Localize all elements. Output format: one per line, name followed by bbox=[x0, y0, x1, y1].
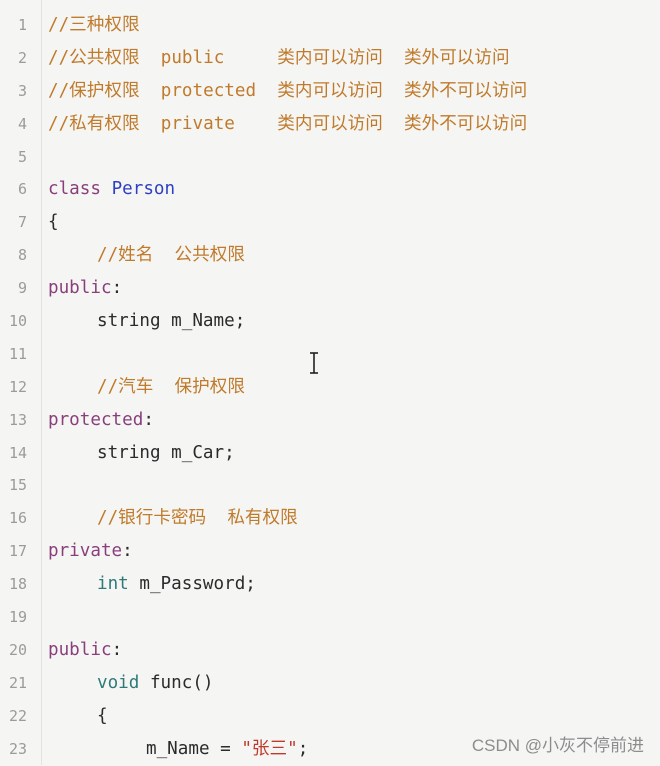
code-line[interactable]: 20 public: bbox=[0, 634, 660, 667]
token-plain: : bbox=[143, 409, 154, 430]
code-text: //私有权限 private 类内可以访问 类外不可以访问 bbox=[48, 108, 527, 141]
line-number: 10 bbox=[8, 312, 27, 331]
token-cmt: //私有权限 private 类内可以访问 类外不可以访问 bbox=[48, 113, 528, 134]
code-line[interactable]: 11 bbox=[0, 338, 660, 371]
line-number: 23 bbox=[8, 739, 27, 758]
line-number: 3 bbox=[17, 81, 27, 100]
token-type: int bbox=[97, 574, 140, 595]
token-plain: func() bbox=[149, 672, 214, 693]
line-number: 14 bbox=[8, 443, 27, 462]
token-plain: : bbox=[111, 639, 123, 660]
code-text: //银行卡密码 私有权限 bbox=[48, 502, 298, 535]
token-cmt: //公共权限 public 类内可以访问 类外可以访问 bbox=[48, 47, 510, 68]
code-line[interactable]: 19 bbox=[0, 601, 660, 634]
line-number: 18 bbox=[8, 575, 27, 594]
token-kw: class bbox=[48, 179, 112, 200]
line-number: 4 bbox=[17, 114, 27, 133]
token-plain: string m_Car; bbox=[97, 442, 235, 463]
token-kw: public bbox=[48, 639, 112, 660]
token-cmt: //姓名 公共权限 bbox=[97, 245, 245, 266]
line-number: 15 bbox=[8, 476, 27, 495]
code-line[interactable]: 5 bbox=[0, 141, 660, 174]
code-text: { bbox=[48, 700, 108, 733]
code-line[interactable]: 9 public: bbox=[0, 272, 660, 305]
token-plain: string m_Name; bbox=[97, 311, 246, 332]
line-number: 2 bbox=[17, 48, 27, 67]
line-number: 22 bbox=[8, 706, 27, 725]
token-plain: : bbox=[122, 541, 133, 562]
token-cmt: //三种权限 bbox=[48, 15, 140, 35]
code-text: private: bbox=[48, 535, 133, 568]
code-line[interactable]: 16 //银行卡密码 私有权限 bbox=[0, 502, 660, 535]
line-number: 11 bbox=[8, 344, 27, 363]
code-line[interactable]: 22 { bbox=[0, 700, 660, 733]
token-plain: ; bbox=[297, 738, 309, 759]
code-line[interactable]: 7{ bbox=[0, 206, 660, 239]
token-cls: Person bbox=[111, 179, 176, 200]
line-number: 8 bbox=[17, 246, 27, 265]
code-text: //三种权限 bbox=[48, 9, 140, 42]
code-line[interactable]: 6 class Person bbox=[0, 173, 660, 206]
line-number: 19 bbox=[8, 608, 27, 627]
code-line[interactable]: 4 //私有权限 private 类内可以访问 类外不可以访问 bbox=[0, 108, 660, 141]
code-line[interactable]: 3 //保护权限 protected 类内可以访问 类外不可以访问 bbox=[0, 75, 660, 108]
code-editor[interactable]: 1 //三种权限 2 //公共权限 public 类内可以访问 类外可以访问 3 //保护… bbox=[0, 9, 660, 765]
code-line[interactable]: 2 //公共权限 public 类内可以访问 类外可以访问 bbox=[0, 42, 660, 75]
code-line[interactable]: 18 int m_Password; bbox=[0, 568, 660, 601]
code-text: class Person bbox=[48, 173, 175, 206]
token-type: void bbox=[97, 672, 150, 693]
token-plain: { bbox=[48, 212, 59, 233]
token-plain: m_Password; bbox=[139, 574, 256, 595]
code-text: string m_Car; bbox=[48, 437, 235, 470]
code-text: string m_Name; bbox=[48, 305, 245, 338]
token-str: "张三" bbox=[241, 738, 298, 759]
token-kw: private bbox=[48, 541, 123, 562]
text-cursor-icon bbox=[310, 352, 318, 374]
code-line[interactable]: 12 //汽车 保护权限 bbox=[0, 371, 660, 404]
code-text: public: bbox=[48, 634, 122, 667]
code-text: public: bbox=[48, 272, 122, 305]
line-number: 16 bbox=[8, 509, 27, 528]
line-number: 12 bbox=[8, 377, 27, 396]
code-text: //汽车 保护权限 bbox=[48, 371, 245, 404]
code-line[interactable]: 21 void func() bbox=[0, 667, 660, 700]
line-number: 1 bbox=[17, 16, 27, 34]
line-number: 21 bbox=[8, 673, 27, 692]
token-cmt: //银行卡密码 私有权限 bbox=[97, 508, 298, 529]
code-text: { bbox=[48, 206, 59, 239]
code-line[interactable]: 13 protected: bbox=[0, 404, 660, 437]
token-plain: { bbox=[97, 705, 108, 726]
code-line[interactable]: 10 string m_Name; bbox=[0, 305, 660, 338]
token-kw: protected bbox=[48, 409, 144, 430]
code-text: void func() bbox=[48, 667, 214, 700]
line-number: 5 bbox=[17, 147, 27, 166]
code-text: int m_Password; bbox=[48, 568, 256, 601]
watermark: CSDN @小灰不停前进 bbox=[471, 736, 644, 755]
code-line[interactable]: 17 private: bbox=[0, 535, 660, 568]
token-kw: public bbox=[48, 278, 112, 299]
code-line[interactable]: 8 //姓名 公共权限 bbox=[0, 239, 660, 272]
code-line[interactable]: 1 //三种权限 bbox=[0, 9, 660, 42]
token-plain: : bbox=[111, 278, 123, 299]
line-number: 20 bbox=[8, 640, 27, 659]
code-text: m_Name = "张三"; bbox=[48, 733, 308, 766]
code-text: //保护权限 protected 类内可以访问 类外不可以访问 bbox=[48, 75, 527, 108]
code-text: //姓名 公共权限 bbox=[48, 239, 245, 272]
code-text: protected: bbox=[48, 404, 154, 437]
code-line[interactable]: 14 string m_Car; bbox=[0, 437, 660, 470]
line-number: 17 bbox=[8, 542, 27, 561]
line-number: 13 bbox=[8, 410, 27, 429]
code-line[interactable]: 15 bbox=[0, 469, 660, 502]
code-text: //公共权限 public 类内可以访问 类外可以访问 bbox=[48, 42, 510, 75]
line-number: 7 bbox=[17, 213, 27, 232]
line-number: 6 bbox=[17, 180, 27, 199]
token-cmt: //汽车 保护权限 bbox=[97, 376, 245, 397]
token-plain: m_Name = bbox=[146, 738, 242, 759]
line-number: 9 bbox=[17, 279, 27, 298]
token-cmt: //保护权限 protected 类内可以访问 类外不可以访问 bbox=[48, 80, 528, 101]
